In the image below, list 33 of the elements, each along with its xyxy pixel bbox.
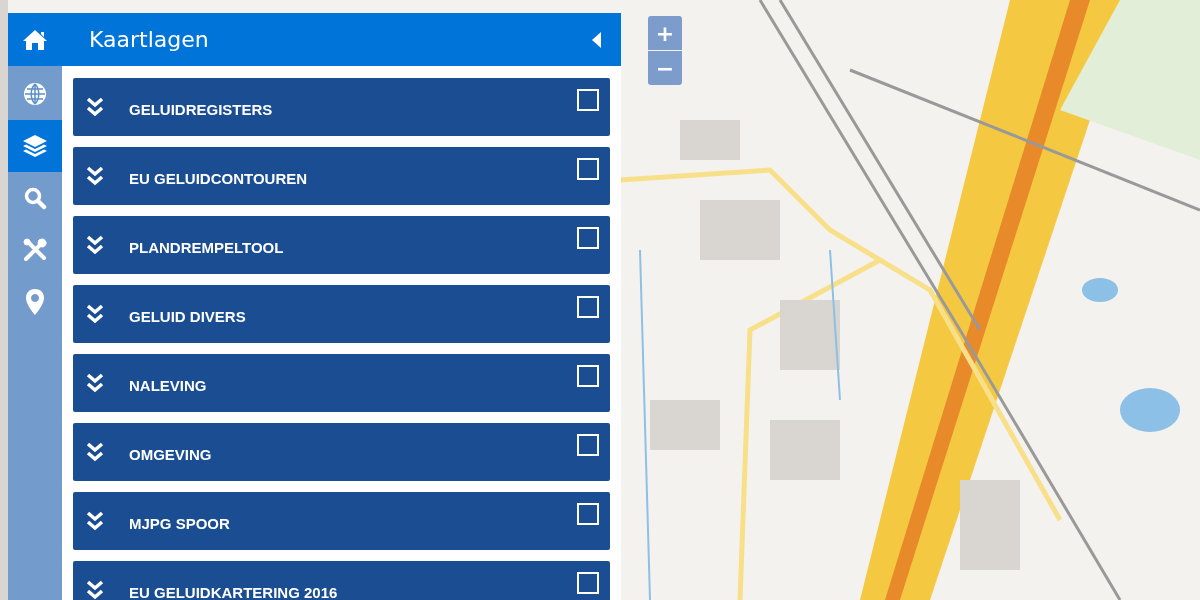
tools-icon xyxy=(22,237,48,263)
layer-group-label: GELUIDREGISTERS xyxy=(129,99,274,118)
globe-icon xyxy=(23,82,47,106)
search-icon xyxy=(23,186,47,210)
layer-group-label: PLANDREMPELTOOL xyxy=(129,237,285,256)
layer-checkbox[interactable] xyxy=(577,503,599,525)
layer-checkbox[interactable] xyxy=(577,365,599,387)
layer-group-header[interactable]: EU GELUIDCONTOUREN xyxy=(73,147,610,205)
layer-group-header[interactable]: PLANDREMPELTOOL xyxy=(73,216,610,274)
layer-group-header[interactable]: MJPG SPOOR xyxy=(73,492,610,550)
layer-group-header[interactable]: OMGEVING xyxy=(73,423,610,481)
layer-group-header[interactable]: GELUIDREGISTERS xyxy=(73,78,610,136)
location-pin-icon xyxy=(25,288,45,316)
layers-icon xyxy=(22,134,48,158)
layer-group-label: EU GELUIDCONTOUREN xyxy=(129,168,309,187)
panel-title: Kaartlagen xyxy=(89,27,209,52)
layer-checkbox[interactable] xyxy=(577,572,599,594)
layer-group-label: NALEVING xyxy=(129,375,208,394)
layer-checkbox[interactable] xyxy=(577,434,599,456)
layer-group-header[interactable]: GELUID DIVERS xyxy=(73,285,610,343)
layers-tab[interactable] xyxy=(8,120,62,172)
collapse-panel-icon[interactable] xyxy=(591,31,601,48)
layer-group-label: MJPG SPOOR xyxy=(129,513,231,532)
layer-group-header[interactable]: EU GELUIDKARTERING 2016 xyxy=(73,561,610,600)
layer-checkbox[interactable] xyxy=(577,227,599,249)
layer-group-label: OMGEVING xyxy=(129,444,213,463)
layer-checkbox[interactable] xyxy=(577,296,599,318)
layer-group-label: GELUID DIVERS xyxy=(129,306,247,325)
layer-checkbox[interactable] xyxy=(577,89,599,111)
layer-checkbox[interactable] xyxy=(577,158,599,180)
layer-group-header[interactable]: NALEVING xyxy=(73,354,610,412)
layer-group-label: EU GELUIDKARTERING 2016 xyxy=(129,582,339,600)
home-icon[interactable] xyxy=(22,28,48,51)
